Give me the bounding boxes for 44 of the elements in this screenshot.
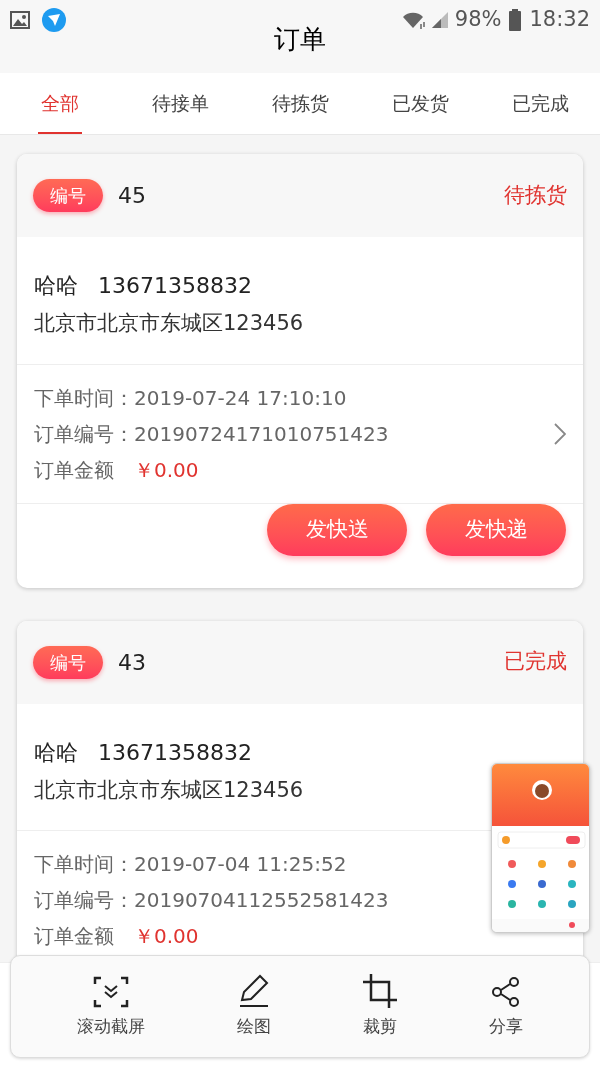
- order-amount: ￥0.00: [134, 456, 199, 484]
- filter-tab[interactable]: 待接单: [120, 73, 240, 134]
- toolbar-button[interactable]: 滚动截屏: [73, 956, 149, 1057]
- customer-address: 北京市北京市东城区123456: [34, 310, 305, 337]
- pencil-icon: [238, 973, 270, 1008]
- wifi-icon: [400, 10, 427, 30]
- order-status: 待拣货: [504, 181, 567, 209]
- detail-label: 订单金额: [34, 456, 114, 484]
- detail-label: 订单编号：: [34, 887, 134, 914]
- detail-label: 订单金额: [34, 923, 114, 950]
- customer-phone: 13671358832: [98, 272, 252, 300]
- crop-icon: [363, 973, 397, 1008]
- filter-tab[interactable]: 已完成: [480, 73, 600, 134]
- customer-name: 哈哈: [34, 272, 78, 300]
- detail-label: 下单时间：: [34, 851, 134, 878]
- order-number: 43: [118, 648, 146, 677]
- detail-value: 2019-07-24 17:10:10: [134, 384, 347, 412]
- filter-tab[interactable]: 全部: [0, 73, 120, 134]
- order-status: 已完成: [504, 648, 567, 676]
- clock-time: 18:32: [529, 6, 590, 34]
- toolbar-button[interactable]: 分享: [485, 956, 527, 1057]
- detail-label: 订单编号：: [34, 420, 134, 448]
- detail-label: 下单时间：: [34, 384, 134, 412]
- customer-phone: 13671358832: [98, 738, 252, 767]
- filter-tab[interactable]: 已发货: [360, 73, 480, 134]
- page-title: 订单: [274, 23, 326, 56]
- order-number-badge: 编号: [33, 645, 103, 679]
- chevron-right-icon[interactable]: [554, 422, 566, 445]
- customer-address: 北京市北京市东城区123456: [34, 776, 305, 804]
- toolbar-button[interactable]: 绘图: [233, 956, 275, 1057]
- order-number-badge: 编号: [33, 179, 103, 212]
- detail-value: 2019-07-04 11:25:52: [134, 851, 347, 878]
- detail-value: 20190724171010751423: [134, 420, 389, 448]
- battery-percentage: 98%: [454, 6, 502, 34]
- customer-name: 哈哈: [34, 738, 78, 767]
- gallery-icon: [10, 11, 30, 29]
- app-notification-icon: [42, 8, 66, 32]
- battery-icon: [509, 9, 522, 31]
- detail-value: 20190704112552581423: [134, 887, 389, 914]
- toolbar-button[interactable]: 裁剪: [359, 956, 401, 1057]
- signal-icon: [430, 11, 449, 29]
- filter-tab[interactable]: 待拣货: [240, 73, 360, 134]
- order-amount: ￥0.00: [134, 923, 199, 950]
- order-number: 45: [118, 182, 146, 210]
